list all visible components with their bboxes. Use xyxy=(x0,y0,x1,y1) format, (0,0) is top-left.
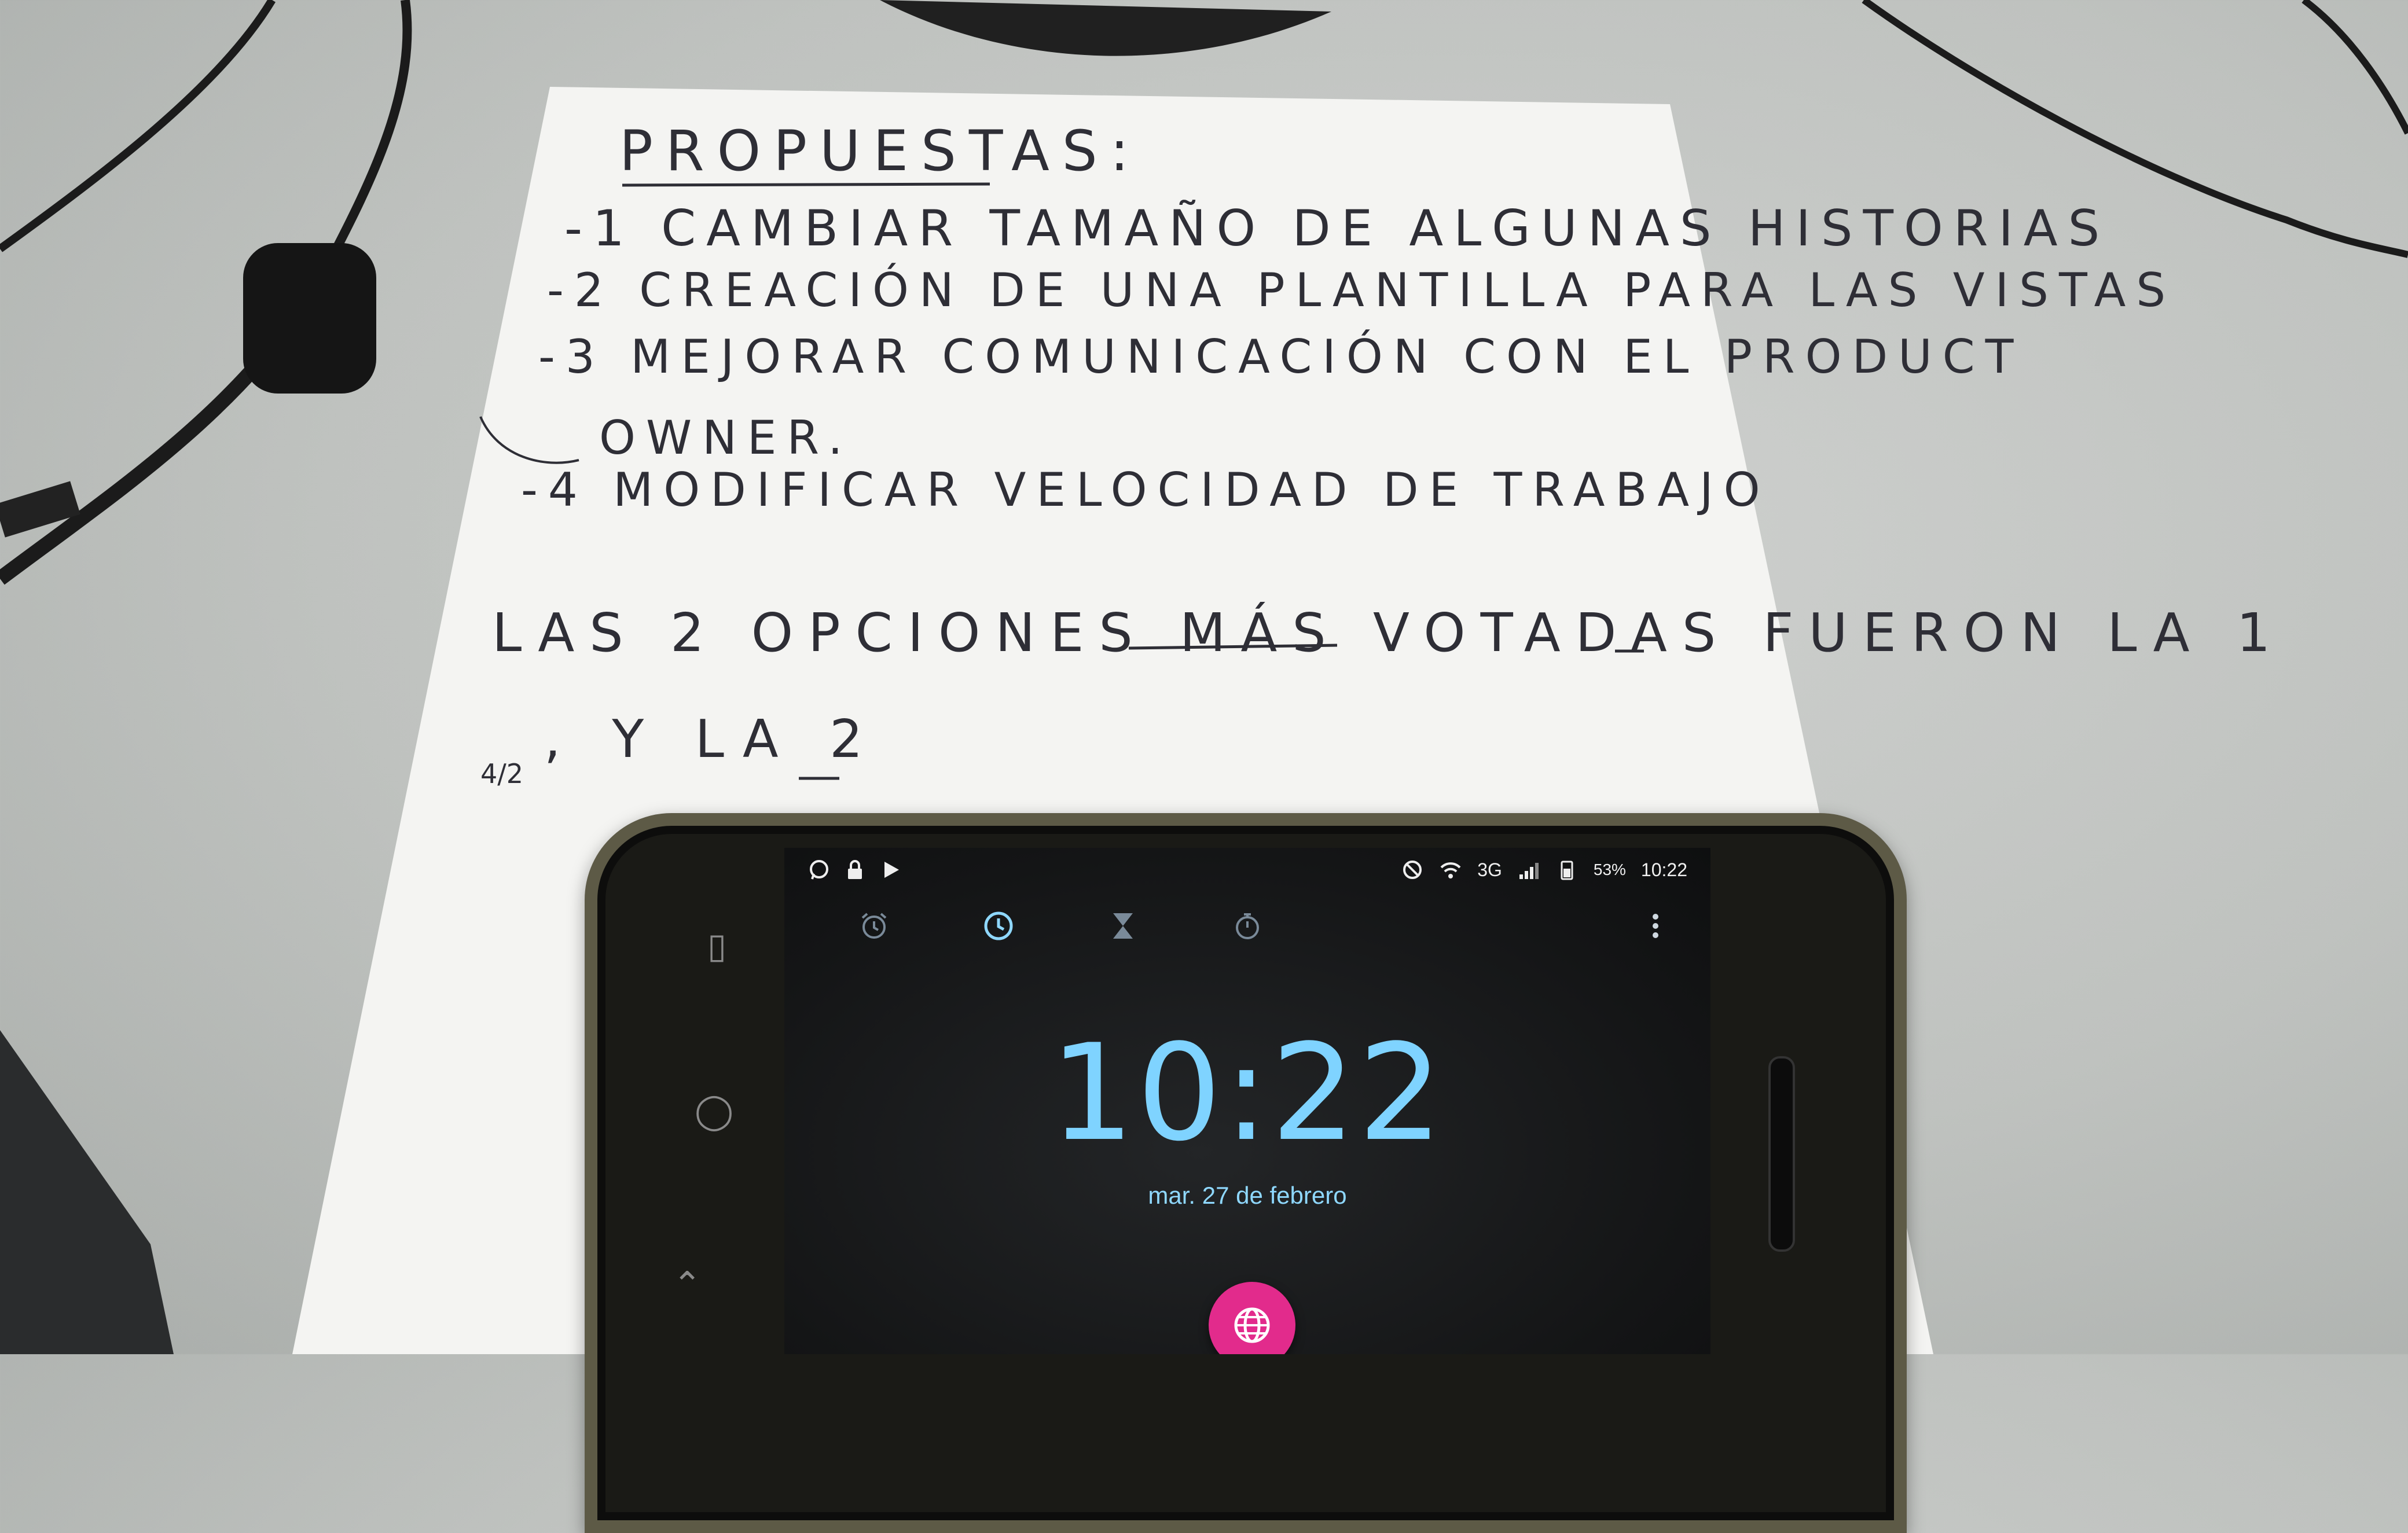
recent-apps-icon[interactable]: ▯ xyxy=(707,926,726,966)
clock-date: mar. 27 de febrero xyxy=(1148,1182,1347,1209)
stopwatch-tab[interactable] xyxy=(1224,903,1271,949)
clock-tabs xyxy=(784,903,1710,961)
note-item: -4 MODIFICAR VELOCIDAD DE TRABAJO xyxy=(521,463,1771,517)
note-item: -3 MEJORAR COMUNICACIÓN CON EL PRODUCT xyxy=(538,330,2024,384)
battery-percent: 53% xyxy=(1593,861,1626,878)
clock-tab[interactable] xyxy=(975,903,1022,949)
overflow-menu-icon[interactable] xyxy=(1632,903,1679,949)
signal-icon xyxy=(1519,863,1539,879)
note-item: -1 CAMBIAR TAMAÑO DE ALGUNAS HISTORIAS xyxy=(564,200,2110,258)
phone-screen: 3G 53% 10:22 10:22 mar. 27 de febrero xyxy=(784,848,1710,1354)
status-bar: 3G 53% 10:22 xyxy=(784,848,1710,900)
do-not-disturb-icon xyxy=(1403,861,1422,879)
margin-mark: 4/2 xyxy=(480,758,524,789)
network-type: 3G xyxy=(1477,859,1502,880)
whatsapp-icon xyxy=(810,860,828,880)
status-time: 10:22 xyxy=(1640,859,1687,880)
timer-tab[interactable] xyxy=(1100,903,1146,949)
alarm-icon xyxy=(861,913,887,939)
clock-time: 10:22 xyxy=(1049,1016,1445,1171)
world-clock-button[interactable] xyxy=(1209,1282,1295,1354)
note-item: OWNER. xyxy=(599,411,853,465)
stopwatch-icon xyxy=(1236,913,1259,939)
clock-icon xyxy=(984,911,1013,940)
alarm-tab[interactable] xyxy=(851,903,897,949)
battery-icon xyxy=(1561,861,1573,880)
hourglass-icon xyxy=(1113,913,1133,939)
back-icon[interactable]: ⌃ xyxy=(673,1264,702,1305)
play-store-icon xyxy=(884,862,899,878)
wifi-icon xyxy=(1440,862,1461,878)
vote-result-line: LAS 2 OPCIONES MÁS VOTADAS FUERON LA 1 xyxy=(492,602,2286,664)
phone-speaker xyxy=(1768,1056,1795,1252)
lock-icon xyxy=(848,860,862,879)
note-title: PROPUESTAS: xyxy=(619,119,1142,183)
note-item: -2 CREACIÓN DE UNA PLANTILLA PARA LAS VI… xyxy=(547,263,2176,317)
vote-result-line: , Y LA 2 xyxy=(544,709,880,770)
home-button-icon[interactable]: ◯ xyxy=(695,1091,733,1131)
globe-icon xyxy=(1234,1307,1270,1343)
